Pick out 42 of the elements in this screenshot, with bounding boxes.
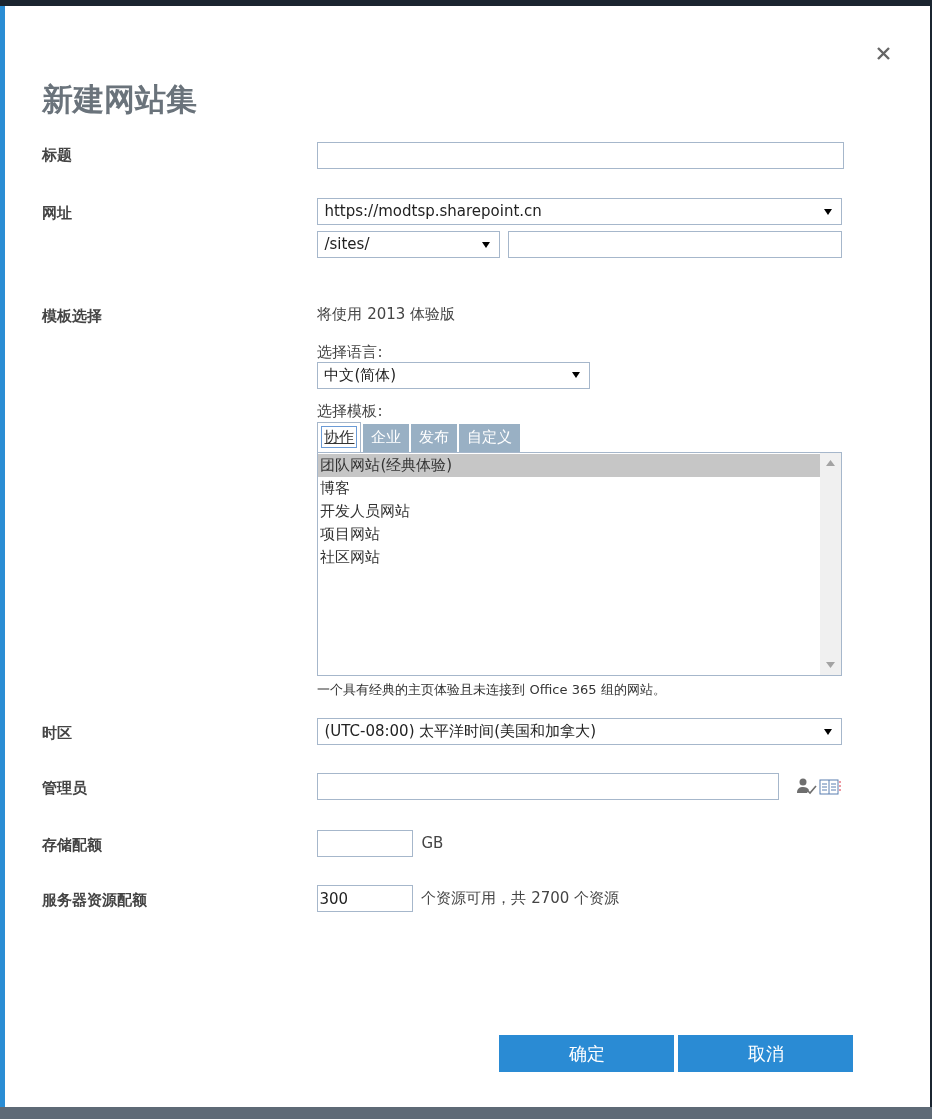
cancel-button[interactable]: 取消: [678, 1035, 854, 1072]
field-label: 标题: [42, 145, 74, 166]
template-item[interactable]: 团队网站(经典体验): [318, 453, 821, 477]
quota-unit: 个资源可用，共 2700 个资源: [421, 888, 620, 910]
scroll-down-icon[interactable]: [826, 661, 836, 668]
language-dropdown[interactable]: 中文(简体): [317, 361, 591, 389]
scrollbar[interactable]: [820, 452, 842, 675]
domain-dropdown[interactable]: https://modtsp.sharepoint.cn: [317, 198, 843, 225]
template-item[interactable]: 社区网站: [318, 545, 821, 569]
admin-field[interactable]: [317, 773, 780, 800]
field-label: 管理员: [42, 778, 89, 799]
ok-button[interactable]: 确定: [499, 1035, 675, 1072]
field-label: 存储配额: [42, 835, 104, 856]
field-label: 时区: [42, 723, 74, 744]
template-item[interactable]: 博客: [318, 476, 821, 500]
quota-field[interactable]: 300: [317, 885, 414, 912]
caret-icon: [824, 727, 833, 736]
template-item[interactable]: 开发人员网站: [318, 499, 821, 523]
title-field[interactable]: [317, 142, 845, 169]
language-label: 选择语言:: [317, 341, 384, 362]
field-label: 网址: [42, 203, 74, 224]
caret-icon: [572, 371, 581, 379]
template-description: 一个具有经典的主页体验且未连接到 Office 365 组的网站。: [317, 680, 667, 699]
field-label: 模板选择: [42, 306, 104, 327]
dialog-title: 新建网站集: [42, 80, 199, 119]
caret-icon: [482, 240, 491, 249]
address-book-icon[interactable]: [819, 777, 842, 796]
field-label: 服务器资源配额: [42, 890, 149, 911]
caret-icon: [824, 207, 833, 216]
path-dropdown[interactable]: /sites/: [317, 231, 501, 258]
template-label: 选择模板:: [317, 400, 384, 421]
close-icon: [876, 46, 890, 60]
timezone-dropdown[interactable]: (UTC-08:00) 太平洋时间(美国和加拿大): [317, 718, 843, 745]
close-button[interactable]: [874, 44, 893, 62]
quota-unit: GB: [421, 833, 444, 855]
url-field[interactable]: [508, 231, 843, 258]
experience-note: 将使用 2013 体验版: [317, 304, 457, 325]
check-names-icon[interactable]: [797, 777, 818, 796]
template-item[interactable]: 项目网站: [318, 522, 821, 546]
quota-field[interactable]: [317, 830, 414, 857]
scroll-up-icon[interactable]: [826, 459, 836, 466]
template-tab[interactable]: 协作: [317, 421, 362, 452]
